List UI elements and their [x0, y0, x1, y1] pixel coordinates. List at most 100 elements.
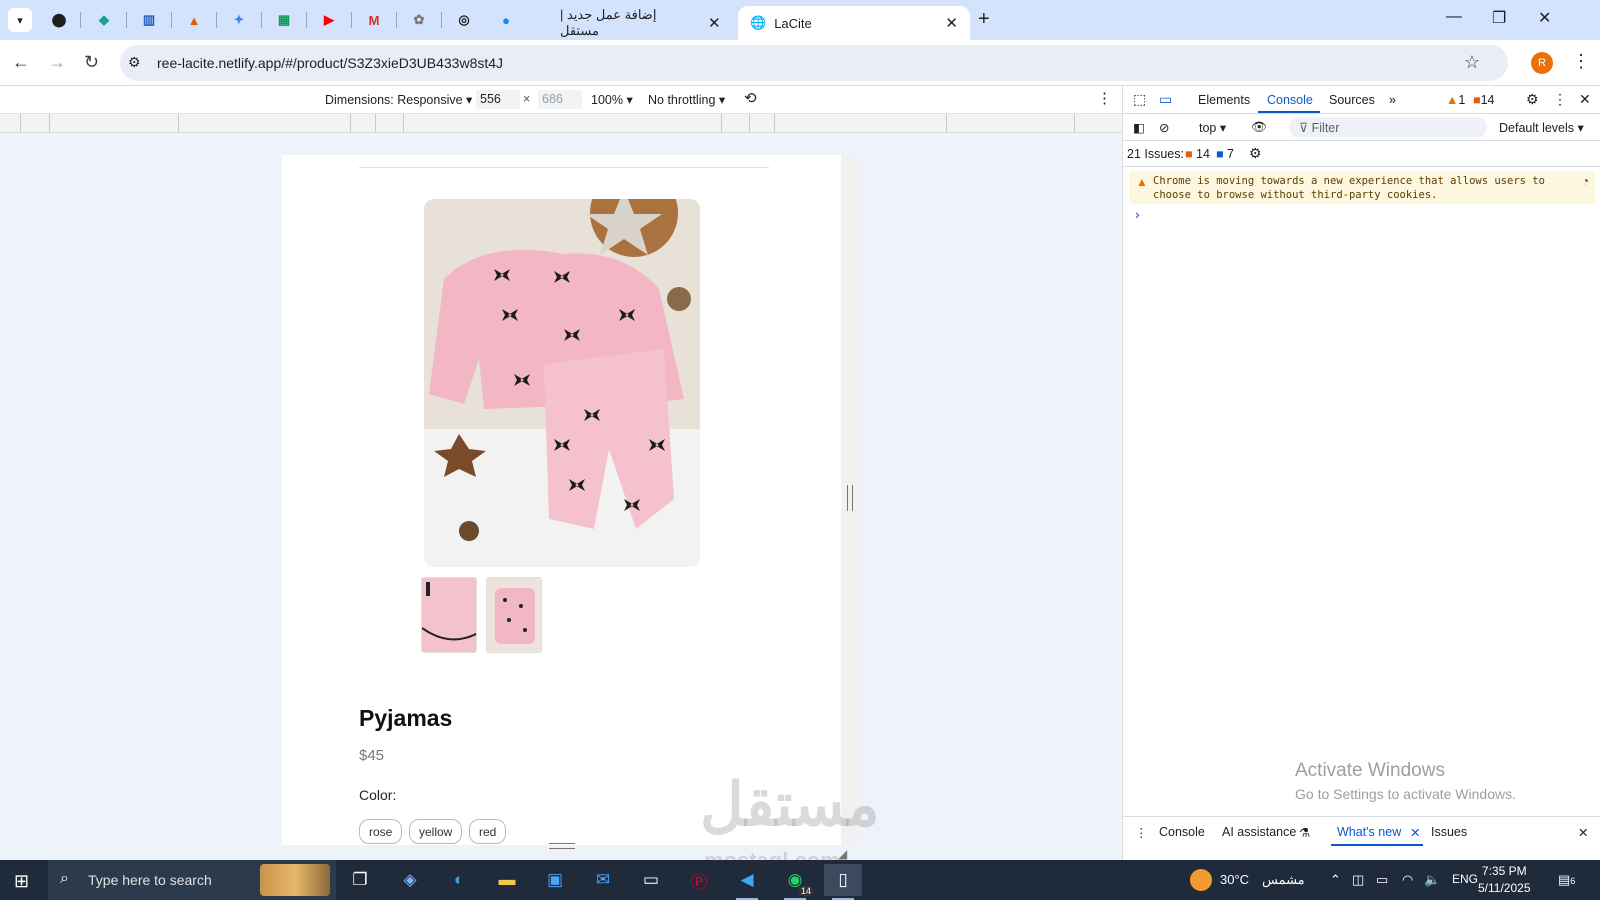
issues-label[interactable]: 21 Issues:: [1127, 147, 1184, 161]
youtube-icon[interactable]: ▶: [318, 9, 340, 31]
drawer-tab-whats-new[interactable]: What's new: [1337, 825, 1401, 839]
log-levels-select[interactable]: Default levels ▾: [1499, 120, 1584, 135]
sheets-icon[interactable]: ▦: [273, 9, 295, 31]
new-tab-icon[interactable]: +: [978, 8, 990, 31]
live-expression-eye-icon[interactable]: 👁: [1251, 120, 1267, 135]
battery-icon[interactable]: ▭: [1376, 872, 1388, 888]
cat-app-icon[interactable]: ✿: [408, 9, 430, 31]
tab-mostaql[interactable]: ✕ إضافة عمل جديد | مستقل: [560, 6, 738, 40]
color-option-rose[interactable]: rose: [359, 819, 403, 844]
reload-icon[interactable]: ↻: [84, 52, 99, 73]
browser-menu-icon[interactable]: ⋮: [1572, 51, 1590, 72]
media-query-ruler[interactable]: [0, 114, 1122, 133]
mail-icon[interactable]: ✉: [584, 864, 622, 896]
context-select[interactable]: top ▾: [1199, 120, 1226, 135]
notifications-icon[interactable]: ▤6: [1558, 872, 1575, 888]
devtools-settings-icon[interactable]: ⚙: [1526, 91, 1539, 108]
temperature[interactable]: 30°C: [1220, 872, 1249, 887]
issues-settings-icon[interactable]: ⚙: [1249, 145, 1262, 162]
weather-status[interactable]: مشمس: [1262, 872, 1305, 888]
language-indicator[interactable]: ENG: [1452, 872, 1478, 886]
firebase-icon[interactable]: ▲: [183, 9, 205, 31]
site-settings-icon[interactable]: ⚙: [128, 54, 141, 71]
bottom-resize-handle[interactable]: [549, 843, 575, 849]
volume-icon[interactable]: 🔈: [1424, 872, 1440, 888]
close-tab-icon[interactable]: ✕: [945, 14, 958, 32]
drawer-tab-ai-assistance[interactable]: AI assistance: [1222, 825, 1296, 839]
device-more-icon[interactable]: ⋮: [1097, 89, 1112, 107]
console-prompt[interactable]: ›: [1135, 206, 1140, 222]
tab-search-chevron-icon[interactable]: ▾: [8, 8, 32, 32]
forward-icon[interactable]: →: [48, 52, 66, 73]
drawer-close-icon[interactable]: ✕: [1578, 825, 1588, 840]
warning-count[interactable]: ▲1: [1446, 93, 1465, 107]
tab-elements[interactable]: Elements: [1198, 93, 1250, 107]
weather-sun-icon[interactable]: [1190, 869, 1212, 891]
product-price: $45: [359, 747, 385, 764]
edge-icon[interactable]: ◐: [440, 864, 478, 896]
github-icon[interactable]: ⬤: [48, 9, 70, 31]
product-title: Pyjamas: [359, 705, 453, 731]
store-icon[interactable]: ▣: [536, 864, 574, 896]
taskbar-clock[interactable]: 7:35 PM 5/11/2025: [1478, 863, 1531, 897]
dimensions-select[interactable]: Dimensions: Responsive ▾: [325, 92, 472, 107]
clear-console-icon[interactable]: ⊘: [1159, 120, 1169, 135]
windows-start-icon[interactable]: ⊞: [14, 871, 29, 892]
whatsapp-icon[interactable]: ◉ 14: [776, 864, 814, 900]
zoom-select[interactable]: 100% ▾: [591, 92, 633, 107]
bookmark-star-icon[interactable]: ☆: [1464, 52, 1480, 73]
close-whats-new-icon[interactable]: ✕: [1410, 825, 1420, 840]
file-explorer-icon[interactable]: ▬: [488, 864, 526, 896]
devtools-menu-icon[interactable]: ⋮: [1553, 91, 1567, 108]
copilot-icon[interactable]: ◈: [391, 864, 429, 896]
vscode-icon[interactable]: ◀: [728, 864, 766, 900]
gmail-icon[interactable]: M: [363, 9, 385, 31]
rotate-icon[interactable]: ⟲: [744, 89, 757, 107]
task-view-icon[interactable]: ❐: [341, 864, 379, 896]
window-close-icon[interactable]: ✕: [1538, 8, 1551, 28]
gemini-icon[interactable]: ✦: [228, 9, 250, 31]
drawer-menu-icon[interactable]: ⋮: [1135, 825, 1148, 840]
tab-lacite[interactable]: 🌐 LaCite ✕: [738, 6, 970, 40]
bank-icon[interactable]: ▥: [138, 9, 160, 31]
profile-avatar[interactable]: R: [1531, 52, 1553, 74]
right-resize-handle[interactable]: [847, 485, 853, 511]
width-input[interactable]: 556: [476, 90, 520, 109]
tab-console[interactable]: Console: [1267, 93, 1313, 107]
sidebar-toggle-icon[interactable]: ◧: [1133, 120, 1145, 135]
close-tab-icon[interactable]: ✕: [708, 14, 721, 32]
inspect-element-icon[interactable]: ⬚: [1133, 91, 1146, 108]
back-icon[interactable]: ←: [12, 52, 30, 73]
terminal-icon[interactable]: ▭: [632, 864, 670, 896]
openai-icon[interactable]: ◎: [453, 9, 475, 31]
minimize-icon[interactable]: —: [1446, 8, 1462, 26]
notepad-icon[interactable]: ▯: [824, 864, 862, 900]
throttling-select[interactable]: No throttling ▾: [648, 92, 725, 107]
taskbar-search[interactable]: ⌕ Type here to search: [48, 860, 336, 900]
color-option-red[interactable]: red: [469, 819, 507, 844]
issue-count[interactable]: ■14: [1473, 93, 1494, 107]
devtools-close-icon[interactable]: ✕: [1579, 91, 1591, 108]
issues-warning[interactable]: ■ 14: [1185, 147, 1210, 161]
console-filter-input[interactable]: ⊽ Filter: [1289, 117, 1487, 137]
tab-sources[interactable]: Sources: [1329, 93, 1375, 107]
issues-info[interactable]: ■ 7: [1216, 147, 1234, 161]
diamond-app-icon[interactable]: ◆: [93, 9, 115, 31]
more-tabs-icon[interactable]: »: [1389, 93, 1396, 107]
height-input[interactable]: 686: [538, 90, 582, 109]
drawer-tab-issues[interactable]: Issues: [1431, 825, 1467, 839]
product-thumbnail[interactable]: [486, 577, 542, 653]
drawer-tab-console[interactable]: Console: [1159, 825, 1205, 839]
tray-chevron-icon[interactable]: ⌃: [1330, 872, 1341, 888]
address-bar[interactable]: ⚙ ree-lacite.netlify.app/#/product/S3Z3x…: [120, 45, 1508, 81]
url-text[interactable]: ree-lacite.netlify.app/#/product/S3Z3xie…: [157, 55, 503, 71]
color-option-yellow[interactable]: yellow: [409, 819, 463, 844]
product-thumbnail[interactable]: [421, 577, 477, 653]
device-toggle-icon[interactable]: ▭: [1159, 91, 1172, 108]
restore-icon[interactable]: ❐: [1492, 8, 1506, 28]
meet-now-icon[interactable]: ◫: [1352, 872, 1364, 888]
cookie-icon[interactable]: ◔: [1582, 174, 1589, 188]
wifi-icon[interactable]: ◠: [1402, 872, 1413, 888]
app-circle-icon[interactable]: ●: [495, 9, 517, 31]
pinterest-icon[interactable]: Ⓟ: [680, 864, 718, 896]
